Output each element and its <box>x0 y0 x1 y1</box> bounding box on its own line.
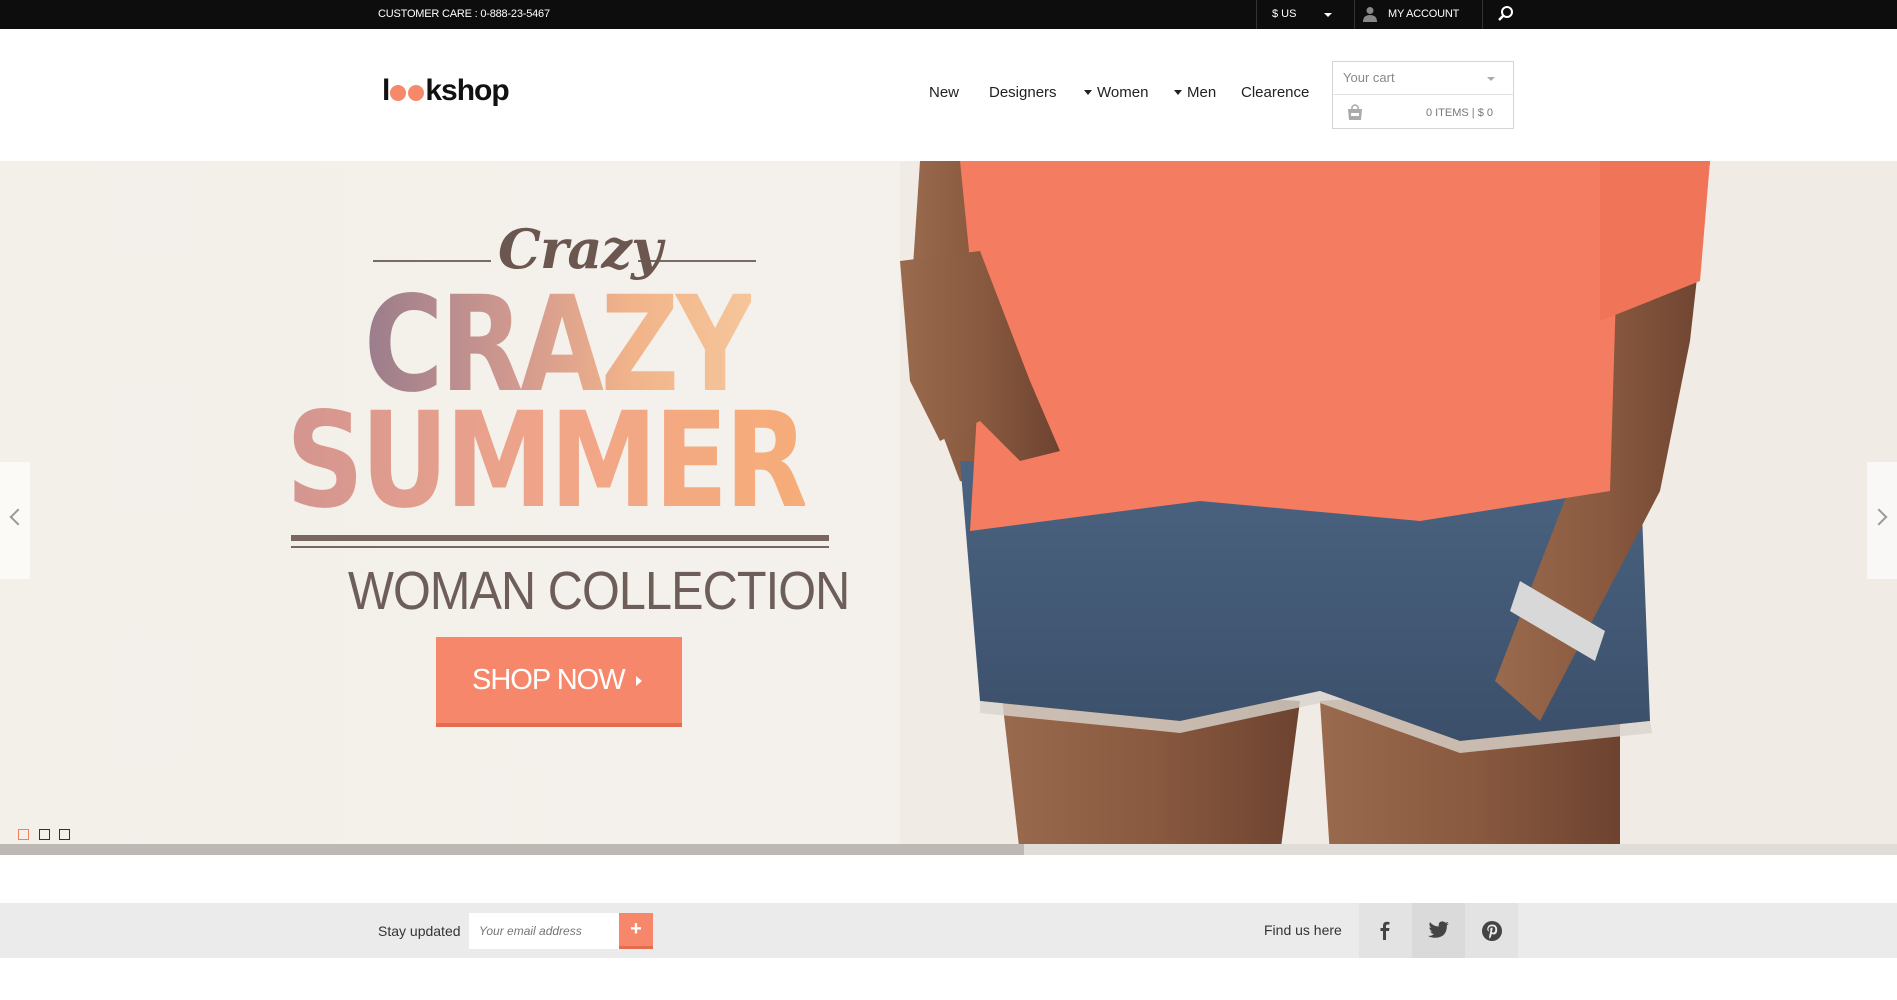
shop-now-label: SHOP NOW <box>472 664 626 696</box>
shopping-bag-icon <box>1348 104 1362 120</box>
subscribe-button[interactable]: + <box>619 913 653 949</box>
slider-progress-bar <box>0 844 1897 855</box>
arrow-right-icon <box>636 676 642 686</box>
chevron-down-icon[interactable] <box>1487 77 1495 81</box>
twitter-button[interactable] <box>1412 903 1465 958</box>
slider-dot[interactable] <box>59 829 70 840</box>
shop-now-button[interactable]: SHOP NOW <box>436 637 682 727</box>
cart-label: Your cart <box>1343 70 1395 85</box>
caret-down-icon <box>1174 90 1182 95</box>
logo-dot <box>408 85 425 101</box>
divider <box>1482 0 1483 29</box>
slider-dot[interactable] <box>18 829 29 840</box>
nav-item-clearence[interactable]: Clearence <box>1241 84 1309 101</box>
logo[interactable]: l kshop <box>382 74 510 108</box>
search-icon[interactable] <box>1496 4 1516 24</box>
hero-slider: Crazy CRAZY SUMMER WOMAN COLLECTION SHOP… <box>0 161 1897 855</box>
nav-item-men[interactable]: Men <box>1174 84 1216 101</box>
divider <box>291 546 829 548</box>
divider <box>1354 0 1355 29</box>
stay-updated-label: Stay updated <box>378 923 461 939</box>
my-account-link[interactable]: MY ACCOUNT <box>1388 8 1459 20</box>
customer-care-text: CUSTOMER CARE : 0-888-23-5467 <box>378 8 550 20</box>
slider-next-button[interactable] <box>1867 462 1897 579</box>
nav-item-women[interactable]: Women <box>1084 84 1148 101</box>
divider <box>291 535 829 541</box>
hero-title-line2: SUMMER <box>286 384 808 538</box>
hero-model-image <box>900 161 1897 855</box>
cart-header[interactable]: Your cart <box>1333 62 1513 95</box>
nav-item-new[interactable]: New <box>929 84 959 101</box>
cart-summary: 0 ITEMS | $ 0 <box>1425 107 1493 119</box>
facebook-button[interactable] <box>1359 903 1412 958</box>
facebook-icon <box>1380 921 1390 940</box>
pinterest-button[interactable] <box>1465 903 1518 958</box>
top-bar: CUSTOMER CARE : 0-888-23-5467 $ US MY AC… <box>0 0 1897 29</box>
pinterest-icon <box>1482 921 1502 941</box>
hero-subtitle: WOMAN COLLECTION <box>348 561 850 621</box>
chevron-down-icon[interactable] <box>1324 13 1332 17</box>
chevron-right-icon <box>1870 508 1888 526</box>
find-us-label: Find us here <box>1264 922 1342 938</box>
twitter-icon <box>1428 921 1449 938</box>
slider-dot[interactable] <box>39 829 50 840</box>
email-input[interactable] <box>469 913 619 949</box>
newsletter-strip: Stay updated + Find us here <box>0 903 1897 958</box>
chevron-left-icon <box>9 508 27 526</box>
nav-item-designers[interactable]: Designers <box>989 84 1057 101</box>
cart-widget[interactable]: Your cart 0 ITEMS | $ 0 <box>1332 61 1514 129</box>
currency-selector[interactable]: $ US <box>1272 8 1296 20</box>
divider <box>1256 0 1257 29</box>
decorative-line <box>373 260 491 262</box>
user-icon <box>1363 7 1377 22</box>
slider-progress-fill <box>0 844 1025 855</box>
logo-dot <box>390 85 407 101</box>
caret-down-icon <box>1084 90 1092 95</box>
slider-prev-button[interactable] <box>0 462 30 579</box>
